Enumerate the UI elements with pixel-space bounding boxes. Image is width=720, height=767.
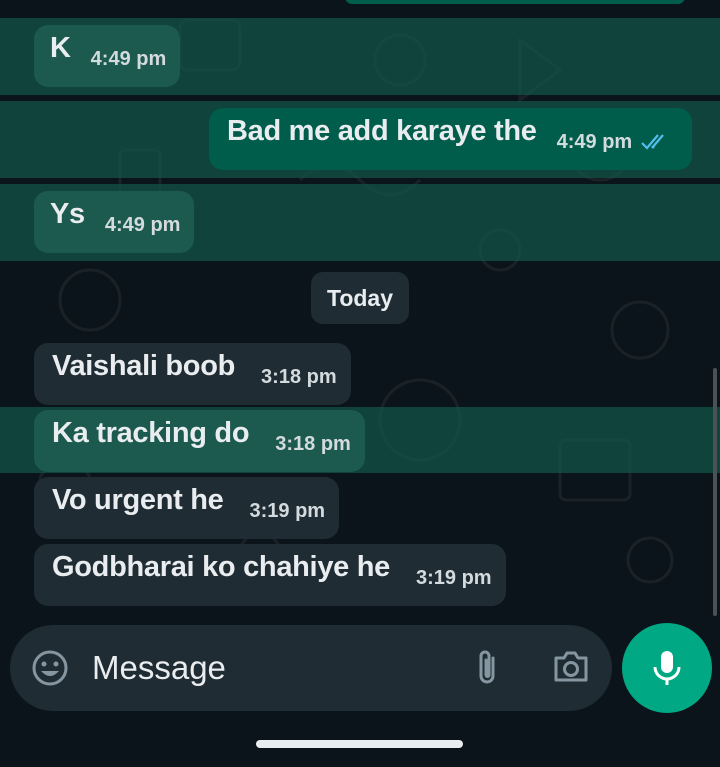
message-composer[interactable]: Message xyxy=(10,625,612,711)
message-input[interactable]: Message xyxy=(92,649,226,687)
message-time: 3:18 pm xyxy=(275,433,351,455)
message-text: Godbharai ko chahiye he xyxy=(52,551,390,583)
message-time: 4:49 pm xyxy=(104,214,181,236)
home-indicator[interactable] xyxy=(256,740,463,748)
message-time: 3:19 pm xyxy=(415,567,492,589)
scrollbar[interactable] xyxy=(713,368,717,616)
message-bubble-incoming[interactable]: Vaishali boob 3:18 pm xyxy=(34,343,351,405)
message-text: Vo urgent he xyxy=(52,484,224,516)
emoji-icon[interactable] xyxy=(30,648,70,688)
message-text: Vaishali boob xyxy=(52,350,236,382)
message-time: 3:19 pm xyxy=(249,500,326,522)
message-bubble-incoming[interactable]: Godbharai ko chahiye he 3:19 pm xyxy=(34,544,506,606)
read-receipt-icon xyxy=(641,134,665,150)
camera-icon[interactable] xyxy=(551,649,591,685)
message-text: Bad me add karaye the xyxy=(227,115,537,147)
message-bubble-outgoing[interactable]: Bad me add karaye the 4:49 pm xyxy=(209,108,693,170)
paperclip-icon[interactable] xyxy=(472,648,502,688)
message-time: 4:49 pm xyxy=(556,131,633,153)
microphone-icon xyxy=(653,651,681,685)
message-bubble-incoming[interactable]: Ka tracking do 3:18 pm xyxy=(34,410,365,472)
message-bubble-partial[interactable] xyxy=(345,0,685,4)
message-text: Ys xyxy=(50,198,85,230)
message-bubble-incoming[interactable]: Ys 4:49 pm xyxy=(34,191,195,253)
message-time: 3:18 pm xyxy=(261,366,337,388)
message-bubble-incoming[interactable]: K 4:49 pm xyxy=(34,25,181,87)
message-time: 4:49 pm xyxy=(90,48,167,70)
message-bubble-incoming[interactable]: Vo urgent he 3:19 pm xyxy=(34,477,340,539)
message-text: K xyxy=(50,32,71,64)
date-divider: Today xyxy=(311,272,409,324)
microphone-button[interactable] xyxy=(622,623,712,713)
message-text: Ka tracking do xyxy=(52,417,250,449)
